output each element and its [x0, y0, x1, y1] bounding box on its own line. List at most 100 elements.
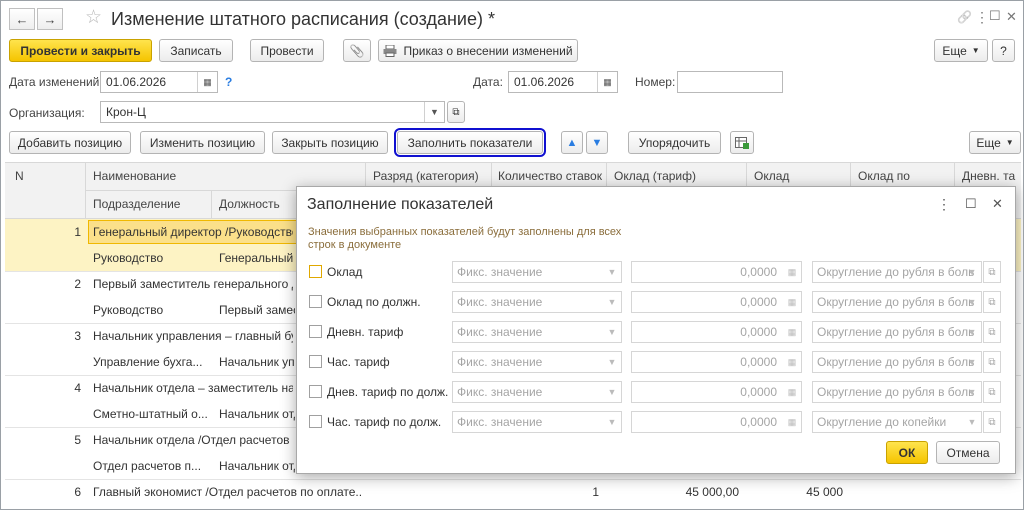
col-header-salary[interactable]: Оклад: [754, 169, 789, 183]
value-input[interactable]: 0,0000 ▦: [631, 321, 802, 343]
open-rounding-button[interactable]: ⧉: [983, 321, 1001, 343]
move-down-button[interactable]: ▼: [586, 131, 608, 154]
row-salary-tariff[interactable]: 45 000,00: [611, 485, 739, 499]
col-header-n[interactable]: N: [15, 169, 24, 183]
value-kind-select[interactable]: Фикс. значение ▼: [452, 411, 622, 433]
date-field[interactable]: 01.06.2026 ▦: [508, 71, 618, 93]
row-name[interactable]: Генеральный директор /Руководство/: [93, 225, 293, 239]
row-department[interactable]: Руководство: [93, 303, 208, 317]
col-header-name[interactable]: Наименование: [93, 169, 176, 183]
add-position-button[interactable]: Добавить позицию: [9, 131, 131, 154]
number-field[interactable]: [677, 71, 783, 93]
sort-button[interactable]: Упорядочить: [628, 131, 721, 154]
move-up-button[interactable]: ▲: [561, 131, 583, 154]
indicator-checkbox[interactable]: [309, 385, 322, 398]
save-button[interactable]: Записать: [159, 39, 233, 62]
row-rates[interactable]: 1: [501, 485, 599, 499]
print-order-button[interactable]: Приказ о внесении изменений: [378, 39, 578, 62]
value-input[interactable]: 0,0000 ▦: [631, 411, 802, 433]
indicator-checkbox[interactable]: [309, 295, 322, 308]
col-header-rank[interactable]: Разряд (категория): [373, 169, 479, 183]
col-header-salary-by[interactable]: Оклад по: [858, 169, 910, 183]
paperclip-icon: 📎: [349, 43, 365, 58]
calendar-icon[interactable]: ▦: [597, 72, 617, 92]
col-header-rates[interactable]: Количество ставок: [498, 169, 602, 183]
value-kind-select[interactable]: Фикс. значение ▼: [452, 261, 622, 283]
col-header-position[interactable]: Должность: [219, 197, 280, 211]
col-header-daily[interactable]: Дневн. та: [962, 169, 1020, 183]
post-and-close-button[interactable]: Провести и закрыть: [9, 39, 152, 62]
indicator-checkbox[interactable]: [309, 265, 322, 278]
row-salary[interactable]: 45 000: [751, 485, 843, 499]
row-name[interactable]: Начальник отдела /Отдел расчетов по: [93, 433, 293, 447]
value-input[interactable]: 0,0000 ▦: [631, 291, 802, 313]
link-icon[interactable]: 🔗: [957, 10, 972, 24]
value-kind-select[interactable]: Фикс. значение ▼: [452, 321, 622, 343]
indicator-checkbox[interactable]: [309, 355, 322, 368]
menu-icon[interactable]: ⋮: [975, 9, 989, 26]
maximize-icon[interactable]: ☐: [989, 8, 1001, 24]
organization-field[interactable]: Крон-Ц ▼: [100, 101, 445, 123]
row-position[interactable]: Генеральный ди: [219, 251, 295, 265]
row-position[interactable]: Начальник упр: [219, 355, 295, 369]
open-rounding-button[interactable]: ⧉: [983, 411, 1001, 433]
open-rounding-button[interactable]: ⧉: [983, 261, 1001, 283]
rounding-select[interactable]: Округление до рубля в боль ▼: [812, 321, 982, 343]
indicator-checkbox[interactable]: [309, 325, 322, 338]
table-more-button[interactable]: Еще ▼: [969, 131, 1021, 154]
open-organization-button[interactable]: ⧉: [447, 101, 465, 123]
col-header-department[interactable]: Подразделение: [93, 197, 180, 211]
dialog-close-icon[interactable]: ✕: [992, 196, 1003, 212]
row-department[interactable]: Управление бухга...: [93, 355, 208, 369]
indicator-label: Оклад: [327, 265, 363, 279]
open-rounding-button[interactable]: ⧉: [983, 351, 1001, 373]
row-name[interactable]: Начальник управления – главный бух: [93, 329, 293, 343]
row-position[interactable]: Начальник отд: [219, 407, 295, 421]
rounding-select[interactable]: Округление до рубля в боль ▼: [812, 261, 982, 283]
value-kind-select[interactable]: Фикс. значение ▼: [452, 381, 622, 403]
indicator-checkbox[interactable]: [309, 415, 322, 428]
value-input[interactable]: 0,0000 ▦: [631, 261, 802, 283]
close-icon[interactable]: ✕: [1006, 9, 1017, 25]
value-input[interactable]: 0,0000 ▦: [631, 351, 802, 373]
value-kind-select[interactable]: Фикс. значение ▼: [452, 291, 622, 313]
col-header-salary-tariff[interactable]: Оклад (тариф): [614, 169, 696, 183]
dialog-title: Заполнение показателей: [307, 196, 494, 213]
value-input[interactable]: 0,0000 ▦: [631, 381, 802, 403]
change-date-field[interactable]: 01.06.2026 ▦: [100, 71, 218, 93]
row-position[interactable]: Первый замест: [219, 303, 295, 317]
back-button[interactable]: ←: [9, 8, 35, 30]
rounding-select[interactable]: Округление до рубля в боль ▼: [812, 291, 982, 313]
cancel-button[interactable]: Отмена: [936, 441, 1000, 464]
rounding-select[interactable]: Округление до рубля в боль ▼: [812, 351, 982, 373]
row-name[interactable]: Первый заместитель генерального ди: [93, 277, 293, 291]
change-position-button[interactable]: Изменить позицию: [140, 131, 265, 154]
more-button[interactable]: Еще ▼: [934, 39, 988, 62]
open-rounding-button[interactable]: ⧉: [983, 381, 1001, 403]
dialog-maximize-icon[interactable]: ☐: [965, 196, 977, 212]
rounding-select[interactable]: Округление до копейки ▼: [812, 411, 982, 433]
post-button[interactable]: Провести: [250, 39, 324, 62]
row-department[interactable]: Сметно-штатный о...: [93, 407, 208, 421]
rounding-select[interactable]: Округление до рубля в боль ▼: [812, 381, 982, 403]
row-department[interactable]: Руководство: [93, 251, 208, 265]
calendar-icon[interactable]: ▦: [197, 72, 217, 92]
open-rounding-button[interactable]: ⧉: [983, 291, 1001, 313]
help-link[interactable]: ?: [225, 75, 232, 89]
row-name[interactable]: Главный экономист /Отдел расчетов по опл…: [93, 485, 361, 499]
row-department[interactable]: Отдел расчетов п...: [93, 459, 208, 473]
forward-button[interactable]: →: [37, 8, 63, 30]
help-button[interactable]: ?: [992, 39, 1015, 62]
indicator-label: Днев. тариф по долж.: [327, 385, 449, 399]
row-position[interactable]: Начальник отд: [219, 459, 295, 473]
value-kind-select[interactable]: Фикс. значение ▼: [452, 351, 622, 373]
fill-indicators-button[interactable]: Заполнить показатели: [394, 128, 546, 157]
favorite-star-icon[interactable]: ☆: [85, 6, 102, 29]
ok-button[interactable]: ОК: [886, 441, 928, 464]
dialog-menu-icon[interactable]: ⋮: [937, 196, 951, 213]
row-name[interactable]: Начальник отдела – заместитель нача: [93, 381, 293, 395]
attach-button[interactable]: 📎: [343, 39, 371, 62]
close-position-button[interactable]: Закрыть позицию: [272, 131, 388, 154]
table-settings-button[interactable]: [730, 131, 754, 154]
dropdown-icon[interactable]: ▼: [424, 102, 444, 122]
